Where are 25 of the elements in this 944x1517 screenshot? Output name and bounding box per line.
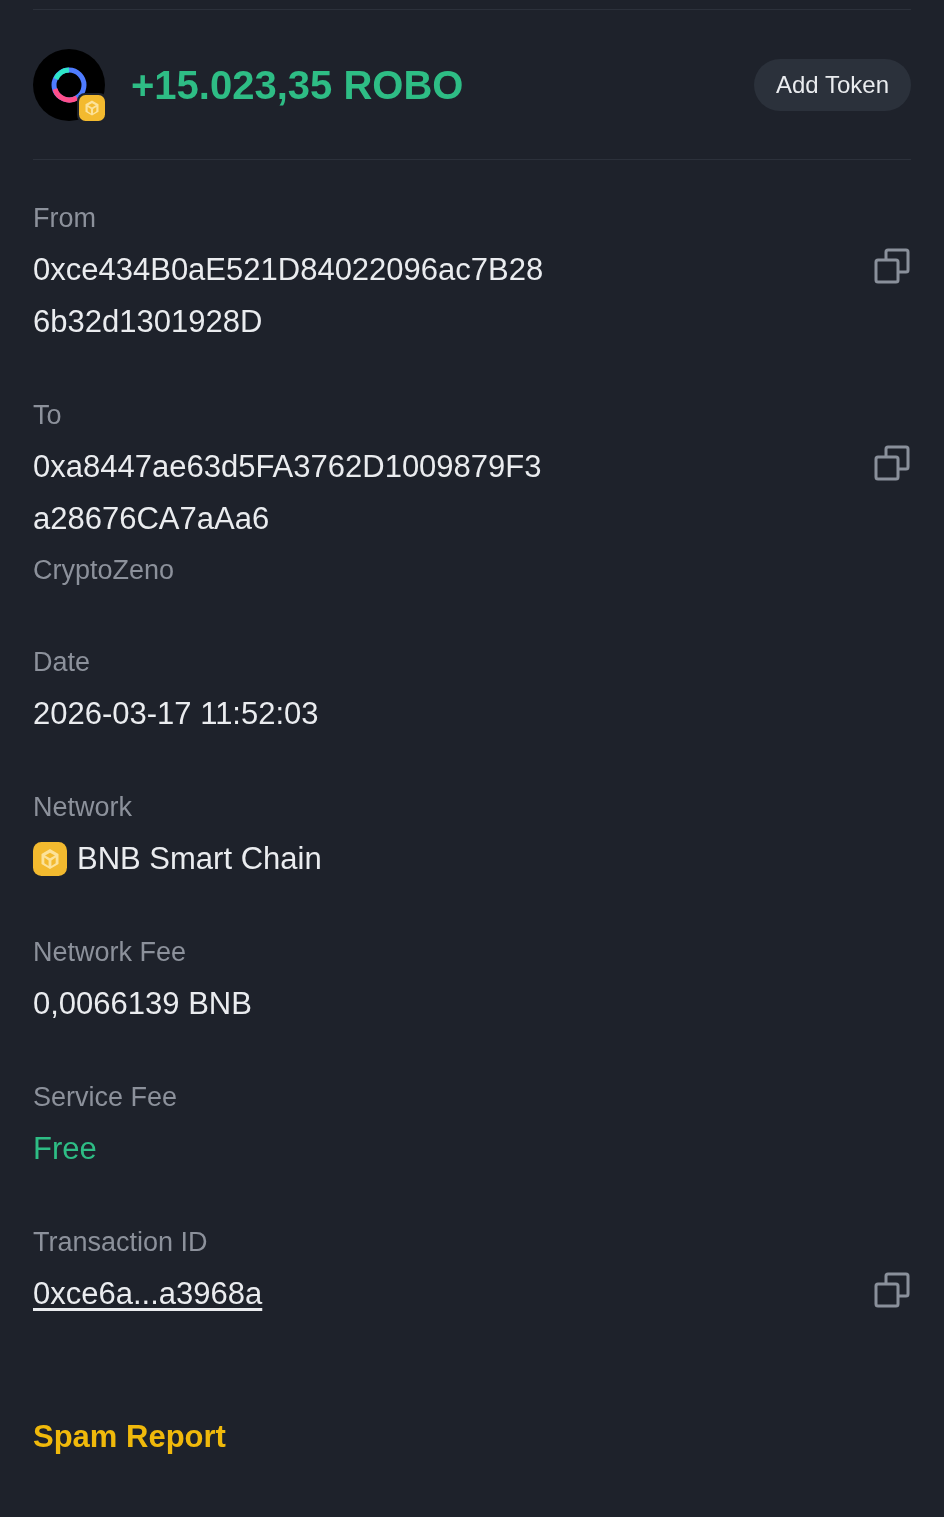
field-value: Free bbox=[33, 1130, 98, 1168]
field-label: Transaction ID bbox=[33, 1226, 209, 1259]
network-icon bbox=[33, 842, 67, 876]
transaction-link[interactable]: 0xce6a...a3968a bbox=[33, 1268, 873, 1320]
chain-badge-icon bbox=[79, 94, 105, 121]
field-value: BNB Smart Chain bbox=[77, 840, 322, 878]
field-value: 0xce434B0aE521D84022096ac7B28 bbox=[33, 251, 545, 289]
field-label: From bbox=[33, 202, 97, 235]
field-value: 0,0066139 BNB bbox=[33, 985, 253, 1023]
field-label: Date bbox=[33, 646, 92, 679]
field-value: 2026-03-17 11:52:03 bbox=[33, 695, 320, 733]
add-token-button[interactable]: Add Token bbox=[754, 58, 911, 111]
field-label: Network bbox=[33, 791, 134, 824]
copy-icon[interactable] bbox=[873, 1271, 911, 1309]
amount: +15.023,35 ROBO bbox=[131, 61, 464, 109]
field-value: a28676CA7aAa6 bbox=[33, 500, 271, 538]
address-name: CryptoZeno bbox=[33, 554, 176, 587]
field-label: Network Fee bbox=[33, 936, 188, 969]
field-value: 6b32d1301928D bbox=[33, 303, 264, 341]
copy-icon[interactable] bbox=[873, 444, 911, 482]
field-label: To bbox=[33, 399, 63, 432]
spam-report-link[interactable]: Spam Report bbox=[33, 1414, 226, 1461]
copy-icon[interactable] bbox=[873, 247, 911, 285]
field-label: Service Fee bbox=[33, 1081, 179, 1114]
field-value: 0xa8447ae63d5FA3762D1009879F3 bbox=[33, 448, 543, 486]
